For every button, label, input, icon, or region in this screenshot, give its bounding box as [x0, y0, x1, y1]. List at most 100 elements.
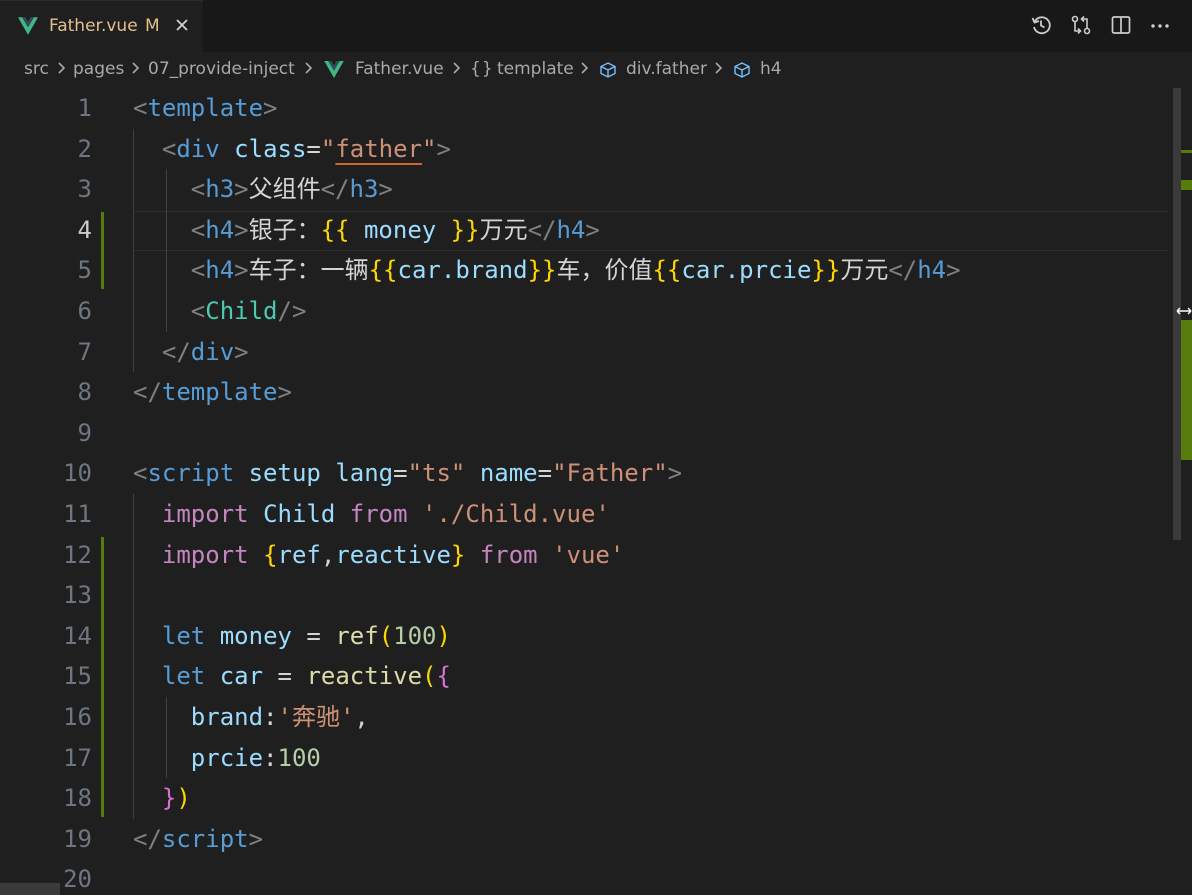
- compare-changes-icon[interactable]: [1070, 14, 1092, 36]
- breadcrumb-file[interactable]: Father.vue: [355, 59, 444, 79]
- code-line[interactable]: let money = ref(100): [133, 616, 451, 656]
- code-line[interactable]: <template>: [133, 88, 278, 128]
- code-token: h4: [917, 256, 947, 285]
- code-line[interactable]: prcie:100: [133, 738, 321, 778]
- code-token: {: [436, 662, 451, 691]
- code-token: car: [219, 662, 264, 691]
- code-line[interactable]: <h4>车子：一辆{{car.brand}}车，价值{{car.prcie}}万…: [133, 250, 961, 290]
- code-token: >: [234, 215, 249, 244]
- code-token: </: [133, 337, 191, 366]
- code-token: h4: [556, 215, 586, 244]
- code-token: ref: [335, 621, 379, 650]
- resize-cursor-icon: [1176, 307, 1192, 315]
- code-line[interactable]: </script>: [133, 819, 263, 859]
- code-line[interactable]: import Child from './Child.vue': [133, 494, 610, 534]
- breadcrumb-template[interactable]: template: [497, 59, 574, 79]
- code-token: 父组件: [248, 175, 321, 204]
- code-token: "Father": [552, 459, 668, 488]
- code-token: {{: [320, 215, 350, 244]
- code-token: >: [667, 459, 683, 488]
- code-token: <: [133, 297, 206, 325]
- code-line[interactable]: </template>: [133, 372, 292, 412]
- code-token: }: [450, 540, 466, 569]
- close-icon[interactable]: [174, 17, 190, 33]
- line-number: 4: [77, 215, 92, 244]
- code-line[interactable]: <div class="father">: [133, 129, 451, 169]
- code-token: lang: [335, 459, 394, 488]
- code-token: </: [133, 378, 162, 407]
- symbol-box-icon: [600, 62, 616, 78]
- history-icon[interactable]: [1030, 14, 1052, 36]
- line-number: 10: [63, 459, 92, 488]
- breadcrumb-src[interactable]: src: [24, 59, 49, 79]
- code-token: import: [161, 540, 249, 569]
- code-token: {{: [368, 256, 398, 285]
- code-token: >: [277, 378, 292, 407]
- code-token: </: [888, 256, 918, 285]
- code-token: =: [291, 621, 336, 650]
- breadcrumb-div-father[interactable]: div.father: [626, 59, 707, 79]
- code-editor[interactable]: 1 <template> 2 <div class="father"> 3 <h3>父…: [0, 88, 1192, 895]
- code-token: div: [176, 134, 220, 163]
- vue-icon: [18, 17, 38, 35]
- line-number: 6: [77, 297, 92, 325]
- code-token: <: [133, 134, 177, 163]
- code-token: h3: [205, 175, 235, 204]
- code-token: money: [349, 215, 451, 244]
- code-token: {: [263, 540, 278, 569]
- chevron-right-icon: [58, 62, 66, 74]
- code-token: from: [479, 540, 538, 569]
- code-line[interactable]: <Child/>: [133, 291, 307, 331]
- chevron-right-icon: [305, 62, 313, 74]
- code-token: }}: [450, 215, 480, 244]
- code-token: h4: [205, 215, 235, 244]
- code-token: >: [248, 824, 264, 853]
- code-token: 万元: [840, 256, 889, 285]
- code-line[interactable]: brand:'奔驰',: [133, 697, 369, 737]
- code-token: :: [263, 743, 278, 772]
- editor-tab-father-vue[interactable]: Father.vue M: [0, 0, 203, 52]
- code-line[interactable]: </div>: [133, 332, 249, 372]
- code-line[interactable]: }): [133, 778, 191, 818]
- code-token: (: [422, 662, 437, 691]
- overview-ruler-mark: [1181, 180, 1192, 190]
- horizontal-scrollbar-thumb[interactable]: [0, 883, 60, 895]
- breadcrumb-folder[interactable]: 07_provide-inject: [148, 59, 295, 79]
- code-token: template: [147, 94, 264, 122]
- code-token: </: [133, 824, 162, 853]
- code-line[interactable]: <h3>父组件</h3>: [133, 169, 393, 209]
- code-token: 100: [277, 743, 321, 772]
- code-token: car.prcie: [681, 256, 812, 285]
- overview-ruler-mark: [1181, 320, 1192, 460]
- breadcrumb-pages[interactable]: pages: [73, 59, 124, 79]
- code-token: =: [263, 662, 307, 691]
- code-token: script: [161, 824, 249, 853]
- code-token: (: [378, 621, 394, 650]
- line-number: 8: [77, 378, 92, 407]
- more-actions-icon[interactable]: [1149, 14, 1171, 36]
- split-editor-icon[interactable]: [1110, 14, 1132, 36]
- code-token: >: [378, 175, 393, 204]
- code-line[interactable]: import {ref,reactive} from 'vue': [133, 535, 624, 575]
- code-token: <: [133, 256, 206, 285]
- code-line[interactable]: <h4>银子：{{ money }}万元</h4>: [133, 210, 600, 250]
- code-line[interactable]: let car = reactive({: [133, 656, 451, 696]
- breadcrumb-h4[interactable]: h4: [760, 59, 782, 79]
- code-token: >: [234, 256, 249, 285]
- code-token: from: [349, 500, 408, 528]
- code-token: :: [263, 703, 278, 731]
- line-number: 9: [77, 418, 92, 447]
- code-line[interactable]: <script setup lang="ts" name="Father">: [133, 453, 682, 493]
